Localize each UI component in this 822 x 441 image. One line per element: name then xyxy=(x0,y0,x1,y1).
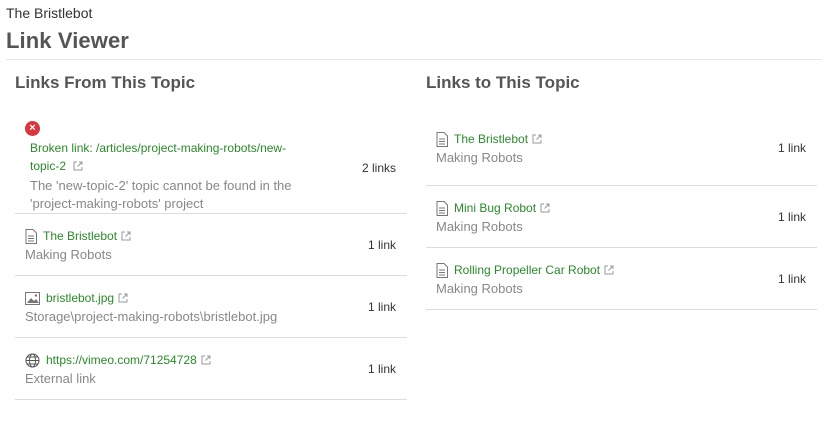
external-link-icon[interactable] xyxy=(201,355,211,365)
topic-link[interactable]: The Bristlebot xyxy=(43,227,131,245)
list-item: The Bristlebot Making Robots 1 link xyxy=(15,214,407,276)
link-count: 1 link xyxy=(367,238,396,252)
link-count: 1 link xyxy=(777,141,806,155)
list-item: Mini Bug Robot Making Robots 1 link xyxy=(426,186,817,248)
globe-icon xyxy=(25,353,40,368)
link-count: 2 links xyxy=(361,161,396,175)
link-description: Making Robots xyxy=(436,219,523,234)
link-count: 1 link xyxy=(777,210,806,224)
link-description: Storage\project-making-robots\bristlebot… xyxy=(25,309,278,324)
external-link-icon[interactable] xyxy=(73,161,83,171)
list-item: https://vimeo.com/71254728 External link… xyxy=(15,338,407,400)
document-icon xyxy=(25,228,37,244)
external-link-icon[interactable] xyxy=(121,231,131,241)
document-icon xyxy=(436,262,448,278)
external-link-icon[interactable] xyxy=(604,265,614,275)
error-icon: × xyxy=(25,121,40,136)
link-count: 1 link xyxy=(367,362,396,376)
image-link[interactable]: bristlebot.jpg xyxy=(46,289,128,307)
list-item: The Bristlebot Making Robots 1 link xyxy=(426,124,817,186)
links-from-topic-heading: Links From This Topic xyxy=(15,73,196,92)
topic-link[interactable]: The Bristlebot xyxy=(454,130,542,148)
broken-link[interactable]: Broken link: /articles/project-making-ro… xyxy=(30,139,320,175)
links-from-topic-section: Links From This Topic × Broken link: /ar… xyxy=(15,60,407,400)
link-description: Making Robots xyxy=(25,247,112,262)
broken-link-line2: topic-2 xyxy=(30,159,67,173)
external-link-icon[interactable] xyxy=(118,293,128,303)
links-to-topic-heading: Links to This Topic xyxy=(426,73,580,92)
list-item: Rolling Propeller Car Robot Making Robot… xyxy=(426,248,817,310)
topic-link[interactable]: Rolling Propeller Car Robot xyxy=(454,261,614,279)
link-description: Making Robots xyxy=(436,150,523,165)
links-to-topic-section: Links to This Topic The Bristlebot Makin… xyxy=(426,60,817,310)
links-from-list: × Broken link: /articles/project-making-… xyxy=(15,121,407,400)
page-title: Link Viewer xyxy=(6,28,129,53)
list-item: × Broken link: /articles/project-making-… xyxy=(15,121,407,214)
external-link-icon[interactable] xyxy=(540,203,550,213)
page-subtitle: The Bristlebot xyxy=(6,5,93,21)
links-to-list: The Bristlebot Making Robots 1 link Mini… xyxy=(426,124,817,310)
image-icon xyxy=(25,291,40,305)
document-icon xyxy=(436,200,448,216)
link-description: The 'new-topic-2' topic cannot be found … xyxy=(30,178,292,211)
topic-link[interactable]: Mini Bug Robot xyxy=(454,199,550,217)
list-item: bristlebot.jpg Storage\project-making-ro… xyxy=(15,276,407,338)
document-icon xyxy=(436,131,448,147)
link-count: 1 link xyxy=(777,272,806,286)
external-link-icon[interactable] xyxy=(532,134,542,144)
link-description: External link xyxy=(25,371,96,386)
page-header: The Bristlebot Link Viewer xyxy=(6,5,129,53)
broken-link-line1: Broken link: /articles/project-making-ro… xyxy=(30,141,287,155)
external-url-link[interactable]: https://vimeo.com/71254728 xyxy=(46,351,211,369)
link-count: 1 link xyxy=(367,300,396,314)
link-description: Making Robots xyxy=(436,281,523,296)
